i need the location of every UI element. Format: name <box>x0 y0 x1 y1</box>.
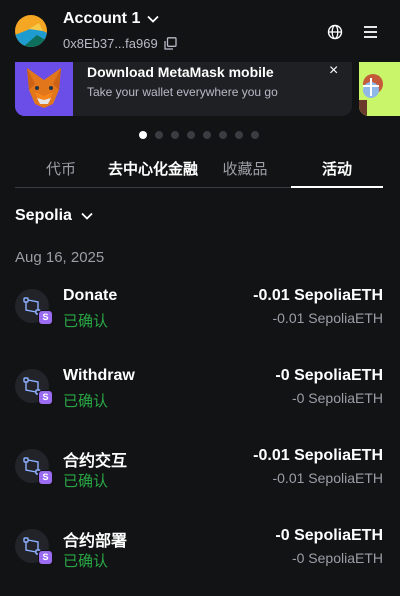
metamask-fox-icon <box>15 62 73 116</box>
close-icon[interactable]: × <box>329 62 338 80</box>
activity-amount-secondary: -0.01 SepoliaETH <box>272 310 383 326</box>
activity-row[interactable]: S Donate 已确认 -0.01 SepoliaETH -0.01 Sepo… <box>0 287 400 347</box>
carousel-dot[interactable] <box>187 131 195 139</box>
network-badge: S <box>38 390 53 405</box>
activity-title: 合约部署 <box>63 533 128 550</box>
chevron-down-icon <box>147 15 159 23</box>
header: Account 1 0x8Eb37...fa969 <box>0 0 400 62</box>
network-label: Sepolia <box>15 207 72 224</box>
tab-tokens[interactable]: 代币 <box>15 150 107 187</box>
activity-date: Aug 16, 2025 <box>15 249 105 266</box>
contract-interaction-icon: S <box>15 369 53 405</box>
carousel-dot[interactable] <box>251 131 259 139</box>
account-selector[interactable]: Account 1 <box>63 10 160 28</box>
banner-title: Download MetaMask mobile <box>87 64 274 80</box>
banner-subtitle: Take your wallet everywhere you go <box>87 85 278 99</box>
account-address-row: 0x8Eb37...fa969 <box>63 36 177 51</box>
activity-title: Donate <box>63 287 118 304</box>
activity-amount: -0.01 SepoliaETH <box>253 287 383 304</box>
carousel-dots <box>139 131 259 139</box>
activity-status: 已确认 <box>63 473 109 490</box>
network-badge: S <box>38 550 53 565</box>
network-badge: S <box>38 470 53 485</box>
account-name: Account 1 <box>63 10 141 27</box>
account-avatar[interactable] <box>15 15 47 47</box>
activity-status: 已确认 <box>63 313 109 330</box>
account-address: 0x8Eb37...fa969 <box>63 36 158 51</box>
tab-activity[interactable]: 活动 <box>291 150 383 188</box>
mobile-download-banner[interactable]: Download MetaMask mobile Take your walle… <box>15 62 352 116</box>
activity-row[interactable]: S Withdraw 已确认 -0 SepoliaETH -0 SepoliaE… <box>0 367 400 427</box>
activity-amount-secondary: -0 SepoliaETH <box>291 390 383 406</box>
activity-amount: -0 SepoliaETH <box>275 367 383 384</box>
asset-tabs: 代币 去中心化金融 收藏品 活动 <box>15 150 383 188</box>
copy-icon[interactable] <box>164 37 177 50</box>
next-banner-preview[interactable] <box>359 62 400 116</box>
activity-amount: -0 SepoliaETH <box>275 527 383 544</box>
carousel-dot[interactable] <box>219 131 227 139</box>
carousel-dot[interactable] <box>171 131 179 139</box>
carousel-dot[interactable] <box>155 131 163 139</box>
carousel-dot[interactable] <box>203 131 211 139</box>
activity-row[interactable]: S 合约交互 已确认 -0.01 SepoliaETH -0.01 Sepoli… <box>0 447 400 507</box>
tab-defi[interactable]: 去中心化金融 <box>107 150 199 187</box>
chevron-down-icon <box>81 212 93 220</box>
carousel-dot[interactable] <box>139 131 147 139</box>
tab-collectibles[interactable]: 收藏品 <box>199 150 291 187</box>
contract-interaction-icon: S <box>15 289 53 325</box>
banner-carousel: Download MetaMask mobile Take your walle… <box>0 62 400 120</box>
activity-row[interactable]: S 合约部署 已确认 -0 SepoliaETH -0 SepoliaETH <box>0 527 400 587</box>
activity-status: 已确认 <box>63 553 109 570</box>
activity-title: Withdraw <box>63 367 135 384</box>
menu-icon[interactable] <box>363 25 378 39</box>
activity-title: 合约交互 <box>63 453 128 470</box>
activity-status: 已确认 <box>63 393 109 410</box>
globe-icon[interactable] <box>327 24 343 40</box>
activity-amount-secondary: -0 SepoliaETH <box>291 550 383 566</box>
activity-amount: -0.01 SepoliaETH <box>253 447 383 464</box>
network-filter[interactable]: Sepolia <box>15 207 94 225</box>
contract-interaction-icon: S <box>15 529 53 565</box>
carousel-dot[interactable] <box>235 131 243 139</box>
network-badge: S <box>38 310 53 325</box>
activity-amount-secondary: -0.01 SepoliaETH <box>272 470 383 486</box>
contract-interaction-icon: S <box>15 449 53 485</box>
